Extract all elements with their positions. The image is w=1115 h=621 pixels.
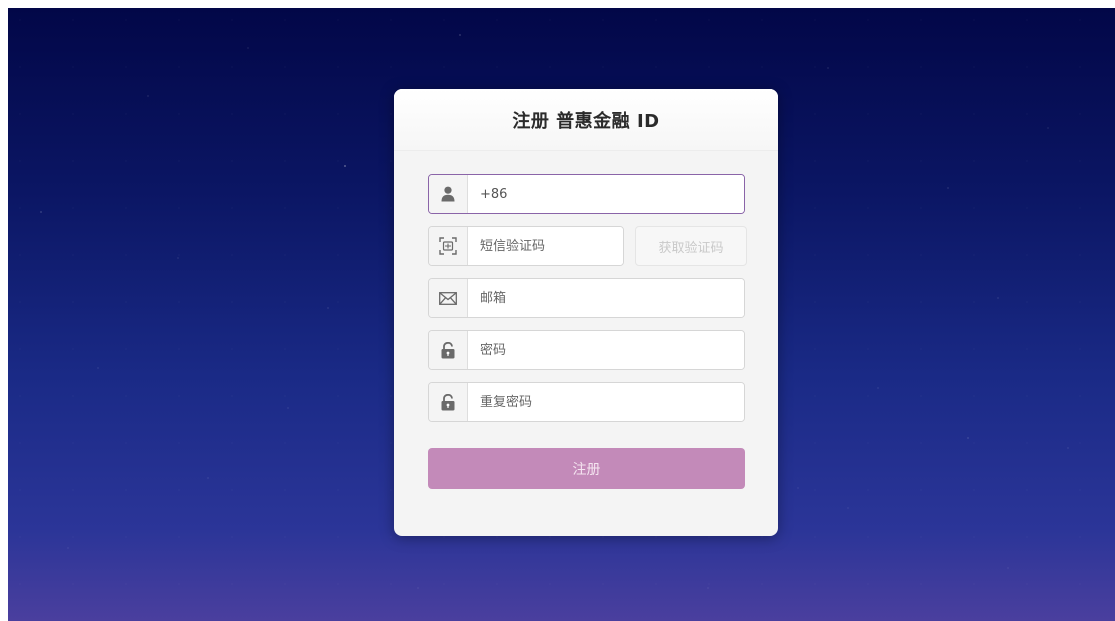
confirm-password-field [428,382,745,422]
confirm-password-input[interactable] [468,383,744,421]
register-form: 获取验证码 [428,174,747,489]
password-field [428,330,745,370]
email-field [428,278,745,318]
password-row [428,330,745,370]
sms-code-row: 获取验证码 [428,226,747,266]
sms-code-input[interactable] [468,227,623,265]
sms-code-field [428,226,624,266]
lock-icon [429,383,468,421]
register-card: 注册 普惠金融 ID +86 短信验证码 获取验证码 邮箱 注册 [394,89,778,536]
phone-row [428,174,745,214]
confirm-password-row [428,382,745,422]
email-row [428,278,745,318]
phone-input[interactable] [468,175,744,213]
starry-background: 注册 普惠金融 ID +86 短信验证码 获取验证码 邮箱 注册 [8,8,1115,621]
card-header: 注册 普惠金融 ID [394,89,778,151]
email-input[interactable] [468,279,744,317]
phone-field [428,174,745,214]
mail-icon [429,279,468,317]
get-code-button[interactable]: 获取验证码 [635,226,747,266]
lock-icon [429,331,468,369]
user-icon [429,175,468,213]
submit-row: 注册 [428,448,745,489]
verify-code-icon [429,227,468,265]
page-title: 注册 普惠金融 ID [512,110,660,132]
register-button[interactable]: 注册 [428,448,745,489]
password-input[interactable] [468,331,744,369]
